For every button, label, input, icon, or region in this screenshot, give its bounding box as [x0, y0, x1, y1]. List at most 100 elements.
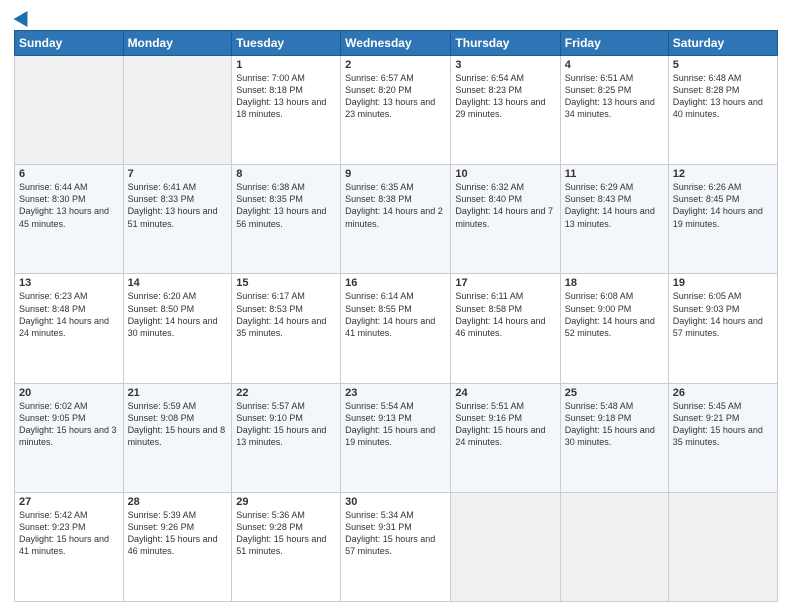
calendar-week-row: 20Sunrise: 6:02 AM Sunset: 9:05 PM Dayli…	[15, 383, 778, 492]
day-detail: Sunrise: 6:26 AM Sunset: 8:45 PM Dayligh…	[673, 181, 773, 230]
day-detail: Sunrise: 6:17 AM Sunset: 8:53 PM Dayligh…	[236, 290, 336, 339]
logo	[14, 10, 32, 24]
day-of-week-header: Wednesday	[341, 31, 451, 56]
header	[14, 10, 778, 24]
calendar-day-cell: 28Sunrise: 5:39 AM Sunset: 9:26 PM Dayli…	[123, 492, 232, 601]
calendar-day-cell: 1Sunrise: 7:00 AM Sunset: 8:18 PM Daylig…	[232, 56, 341, 165]
day-number: 16	[345, 277, 446, 289]
day-number: 5	[673, 59, 773, 71]
day-number: 9	[345, 168, 446, 180]
calendar-day-cell: 9Sunrise: 6:35 AM Sunset: 8:38 PM Daylig…	[341, 165, 451, 274]
day-number: 23	[345, 387, 446, 399]
calendar-day-cell	[451, 492, 560, 601]
day-number: 1	[236, 59, 336, 71]
day-detail: Sunrise: 6:51 AM Sunset: 8:25 PM Dayligh…	[565, 72, 664, 121]
day-of-week-header: Thursday	[451, 31, 560, 56]
day-number: 6	[19, 168, 119, 180]
calendar-day-cell: 21Sunrise: 5:59 AM Sunset: 9:08 PM Dayli…	[123, 383, 232, 492]
page: SundayMondayTuesdayWednesdayThursdayFrid…	[0, 0, 792, 612]
day-number: 15	[236, 277, 336, 289]
day-number: 24	[455, 387, 555, 399]
day-number: 27	[19, 496, 119, 508]
day-number: 20	[19, 387, 119, 399]
day-number: 11	[565, 168, 664, 180]
day-number: 8	[236, 168, 336, 180]
calendar-day-cell: 29Sunrise: 5:36 AM Sunset: 9:28 PM Dayli…	[232, 492, 341, 601]
day-detail: Sunrise: 6:29 AM Sunset: 8:43 PM Dayligh…	[565, 181, 664, 230]
day-detail: Sunrise: 6:02 AM Sunset: 9:05 PM Dayligh…	[19, 400, 119, 449]
calendar-body: 1Sunrise: 7:00 AM Sunset: 8:18 PM Daylig…	[15, 56, 778, 602]
calendar-day-cell: 19Sunrise: 6:05 AM Sunset: 9:03 PM Dayli…	[668, 274, 777, 383]
calendar-day-cell: 3Sunrise: 6:54 AM Sunset: 8:23 PM Daylig…	[451, 56, 560, 165]
calendar-table: SundayMondayTuesdayWednesdayThursdayFrid…	[14, 30, 778, 602]
calendar-day-cell: 11Sunrise: 6:29 AM Sunset: 8:43 PM Dayli…	[560, 165, 668, 274]
calendar-week-row: 1Sunrise: 7:00 AM Sunset: 8:18 PM Daylig…	[15, 56, 778, 165]
day-detail: Sunrise: 5:42 AM Sunset: 9:23 PM Dayligh…	[19, 509, 119, 558]
day-number: 30	[345, 496, 446, 508]
day-detail: Sunrise: 5:45 AM Sunset: 9:21 PM Dayligh…	[673, 400, 773, 449]
days-of-week-row: SundayMondayTuesdayWednesdayThursdayFrid…	[15, 31, 778, 56]
day-of-week-header: Sunday	[15, 31, 124, 56]
day-number: 3	[455, 59, 555, 71]
day-detail: Sunrise: 6:35 AM Sunset: 8:38 PM Dayligh…	[345, 181, 446, 230]
day-number: 19	[673, 277, 773, 289]
calendar-week-row: 6Sunrise: 6:44 AM Sunset: 8:30 PM Daylig…	[15, 165, 778, 274]
day-detail: Sunrise: 6:54 AM Sunset: 8:23 PM Dayligh…	[455, 72, 555, 121]
calendar-day-cell: 14Sunrise: 6:20 AM Sunset: 8:50 PM Dayli…	[123, 274, 232, 383]
calendar-day-cell	[15, 56, 124, 165]
calendar-day-cell	[123, 56, 232, 165]
day-number: 7	[128, 168, 228, 180]
day-detail: Sunrise: 6:32 AM Sunset: 8:40 PM Dayligh…	[455, 181, 555, 230]
day-number: 22	[236, 387, 336, 399]
day-number: 14	[128, 277, 228, 289]
day-detail: Sunrise: 5:57 AM Sunset: 9:10 PM Dayligh…	[236, 400, 336, 449]
calendar-day-cell: 6Sunrise: 6:44 AM Sunset: 8:30 PM Daylig…	[15, 165, 124, 274]
day-of-week-header: Monday	[123, 31, 232, 56]
calendar-day-cell: 15Sunrise: 6:17 AM Sunset: 8:53 PM Dayli…	[232, 274, 341, 383]
calendar-day-cell: 16Sunrise: 6:14 AM Sunset: 8:55 PM Dayli…	[341, 274, 451, 383]
calendar-day-cell: 8Sunrise: 6:38 AM Sunset: 8:35 PM Daylig…	[232, 165, 341, 274]
calendar-day-cell: 18Sunrise: 6:08 AM Sunset: 9:00 PM Dayli…	[560, 274, 668, 383]
day-detail: Sunrise: 6:05 AM Sunset: 9:03 PM Dayligh…	[673, 290, 773, 339]
calendar-day-cell: 17Sunrise: 6:11 AM Sunset: 8:58 PM Dayli…	[451, 274, 560, 383]
day-detail: Sunrise: 5:36 AM Sunset: 9:28 PM Dayligh…	[236, 509, 336, 558]
calendar-day-cell: 4Sunrise: 6:51 AM Sunset: 8:25 PM Daylig…	[560, 56, 668, 165]
day-detail: Sunrise: 6:41 AM Sunset: 8:33 PM Dayligh…	[128, 181, 228, 230]
calendar-day-cell: 25Sunrise: 5:48 AM Sunset: 9:18 PM Dayli…	[560, 383, 668, 492]
day-detail: Sunrise: 6:08 AM Sunset: 9:00 PM Dayligh…	[565, 290, 664, 339]
day-number: 4	[565, 59, 664, 71]
calendar-day-cell: 2Sunrise: 6:57 AM Sunset: 8:20 PM Daylig…	[341, 56, 451, 165]
calendar-day-cell	[560, 492, 668, 601]
calendar-day-cell: 24Sunrise: 5:51 AM Sunset: 9:16 PM Dayli…	[451, 383, 560, 492]
day-detail: Sunrise: 6:23 AM Sunset: 8:48 PM Dayligh…	[19, 290, 119, 339]
calendar-day-cell: 27Sunrise: 5:42 AM Sunset: 9:23 PM Dayli…	[15, 492, 124, 601]
calendar-week-row: 13Sunrise: 6:23 AM Sunset: 8:48 PM Dayli…	[15, 274, 778, 383]
day-number: 10	[455, 168, 555, 180]
day-detail: Sunrise: 5:39 AM Sunset: 9:26 PM Dayligh…	[128, 509, 228, 558]
day-number: 18	[565, 277, 664, 289]
calendar-day-cell: 12Sunrise: 6:26 AM Sunset: 8:45 PM Dayli…	[668, 165, 777, 274]
day-detail: Sunrise: 7:00 AM Sunset: 8:18 PM Dayligh…	[236, 72, 336, 121]
day-detail: Sunrise: 6:38 AM Sunset: 8:35 PM Dayligh…	[236, 181, 336, 230]
day-detail: Sunrise: 5:51 AM Sunset: 9:16 PM Dayligh…	[455, 400, 555, 449]
day-detail: Sunrise: 6:57 AM Sunset: 8:20 PM Dayligh…	[345, 72, 446, 121]
calendar-day-cell: 10Sunrise: 6:32 AM Sunset: 8:40 PM Dayli…	[451, 165, 560, 274]
day-number: 26	[673, 387, 773, 399]
day-detail: Sunrise: 6:44 AM Sunset: 8:30 PM Dayligh…	[19, 181, 119, 230]
day-detail: Sunrise: 5:54 AM Sunset: 9:13 PM Dayligh…	[345, 400, 446, 449]
day-of-week-header: Friday	[560, 31, 668, 56]
day-detail: Sunrise: 5:48 AM Sunset: 9:18 PM Dayligh…	[565, 400, 664, 449]
day-detail: Sunrise: 6:11 AM Sunset: 8:58 PM Dayligh…	[455, 290, 555, 339]
calendar-day-cell: 7Sunrise: 6:41 AM Sunset: 8:33 PM Daylig…	[123, 165, 232, 274]
calendar-day-cell: 13Sunrise: 6:23 AM Sunset: 8:48 PM Dayli…	[15, 274, 124, 383]
day-of-week-header: Saturday	[668, 31, 777, 56]
day-number: 25	[565, 387, 664, 399]
calendar-day-cell: 22Sunrise: 5:57 AM Sunset: 9:10 PM Dayli…	[232, 383, 341, 492]
calendar-day-cell	[668, 492, 777, 601]
day-number: 2	[345, 59, 446, 71]
calendar-day-cell: 23Sunrise: 5:54 AM Sunset: 9:13 PM Dayli…	[341, 383, 451, 492]
calendar-week-row: 27Sunrise: 5:42 AM Sunset: 9:23 PM Dayli…	[15, 492, 778, 601]
logo-triangle-icon	[14, 7, 35, 27]
day-number: 28	[128, 496, 228, 508]
day-detail: Sunrise: 6:48 AM Sunset: 8:28 PM Dayligh…	[673, 72, 773, 121]
